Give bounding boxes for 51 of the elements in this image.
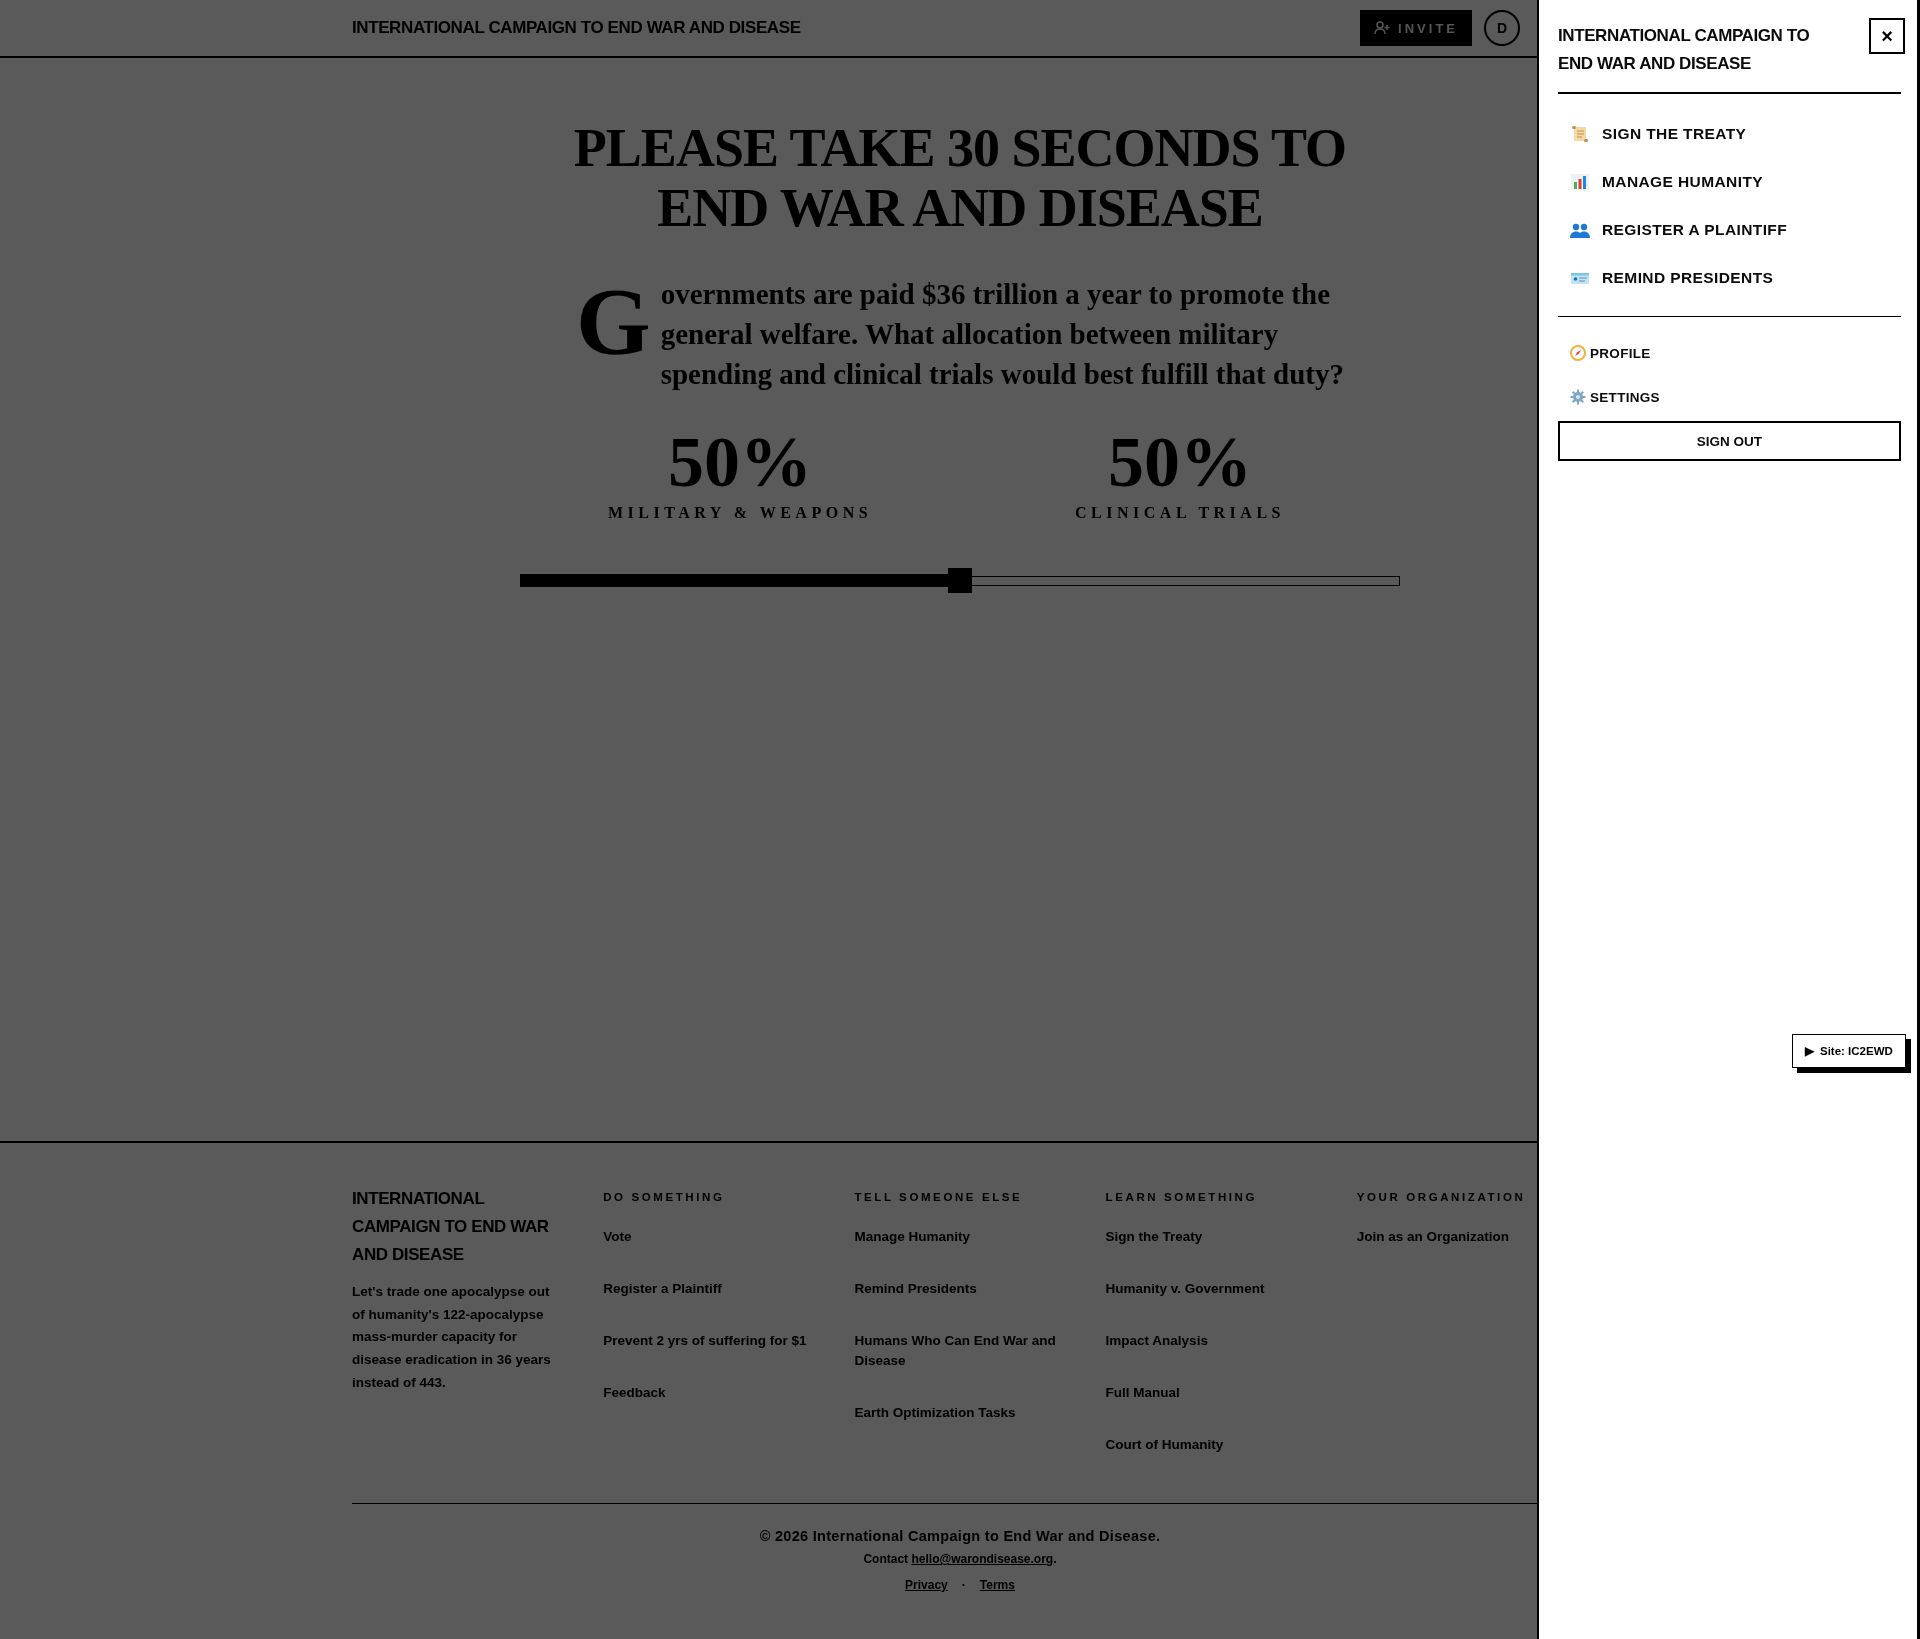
invite-button[interactable]: INVITE <box>1360 10 1472 46</box>
avatar-button[interactable]: D <box>1484 10 1520 46</box>
sign-out-button[interactable]: SIGN OUT <box>1558 421 1901 461</box>
menu-item[interactable]: REGISTER A PLAINTIFF <box>1558 206 1901 254</box>
slider-thumb[interactable] <box>948 568 972 593</box>
footer-link[interactable]: Humans Who Can End War and Disease <box>854 1331 1066 1371</box>
footer-link[interactable]: Join as an Organization <box>1356 1227 1510 1247</box>
play-icon: ▶ <box>1805 1044 1814 1058</box>
contact-text: Contact hello@warondisease.org. <box>863 1552 1057 1566</box>
compass-icon <box>1570 345 1586 361</box>
footer-link[interactable]: Humanity v. Government <box>1105 1279 1265 1299</box>
footer-link[interactable]: Earth Optimization Tasks <box>854 1403 1016 1423</box>
footer-column-heading: DO SOMETHING <box>603 1191 726 1203</box>
gear-icon <box>1570 389 1586 405</box>
footer-column-heading: YOUR ORGANIZATION <box>1356 1191 1527 1203</box>
site-title[interactable]: INTERNATIONAL CAMPAIGN TO END WAR AND DISEASE <box>352 18 1361 38</box>
footer-link[interactable]: Manage Humanity <box>854 1227 970 1247</box>
menu-item[interactable]: REMIND PRESIDENTS <box>1558 254 1901 302</box>
add-person-icon <box>1374 21 1391 35</box>
close-button[interactable]: × <box>1869 18 1905 54</box>
footer-brand: INTERNATIONAL CAMPAIGN TO END WAR AND DISEASE <box>352 1188 550 1266</box>
footer-column-heading: LEARN SOMETHING <box>1105 1191 1259 1203</box>
menu-item[interactable]: MANAGE HUMANITY <box>1558 158 1901 206</box>
footer-column-heading: TELL SOMEONE ELSE <box>854 1191 1024 1203</box>
footer-link[interactable]: Vote <box>603 1227 632 1247</box>
allocation-label: CLINICAL TRIALS <box>1075 504 1285 522</box>
footer-link[interactable]: Remind Presidents <box>854 1279 977 1299</box>
scroll-icon <box>1570 124 1590 144</box>
legal-link[interactable]: Terms <box>979 1578 1015 1592</box>
menu-item[interactable]: SIGN THE TREATY <box>1558 110 1901 158</box>
drawer-title: INTERNATIONAL CAMPAIGN TO END WAR AND DISEASE <box>1558 25 1811 75</box>
footer-link[interactable]: Court of Humanity <box>1105 1435 1224 1455</box>
footer-link[interactable]: Register a Plaintiff <box>603 1279 722 1299</box>
menu-item[interactable]: PROFILE <box>1558 331 1901 375</box>
footer-link[interactable]: Impact Analysis <box>1105 1331 1208 1351</box>
legal-link[interactable]: Privacy <box>905 1578 948 1592</box>
footer-link[interactable]: Prevent 2 yrs of suffering for $1 <box>603 1331 807 1351</box>
separator-dot: · <box>961 1578 966 1592</box>
footer-link[interactable]: Sign the Treaty <box>1105 1227 1203 1247</box>
drop-cap: G <box>576 282 651 362</box>
footer-link[interactable]: Feedback <box>603 1383 666 1403</box>
allocation-percent: 50% <box>1108 422 1252 502</box>
footer-link[interactable]: Full Manual <box>1105 1383 1180 1403</box>
page-heading: PLEASE TAKE 30 SECONDS TO END WAR AND DISEASE <box>572 118 1348 238</box>
allocation-label: MILITARY & WEAPONS <box>607 504 873 522</box>
menu-item[interactable]: SETTINGS <box>1558 375 1901 419</box>
copyright-text: © 2026 International Campaign to End War and Disease. <box>759 1528 1161 1544</box>
question-text: overnments are paid $36 trillion a year to promote the general welfare. What allocation between military spending and clinical trials would best fulfill that duty? <box>660 278 1344 390</box>
footer-tagline: Let's trade one apocalypse out of humanity's 122-apocalypse mass-murder capacity for disease eradication in 36 years instead of 443. <box>352 1283 552 1392</box>
bar-chart-icon <box>1570 172 1590 192</box>
allocation-percent: 50% <box>668 422 812 502</box>
